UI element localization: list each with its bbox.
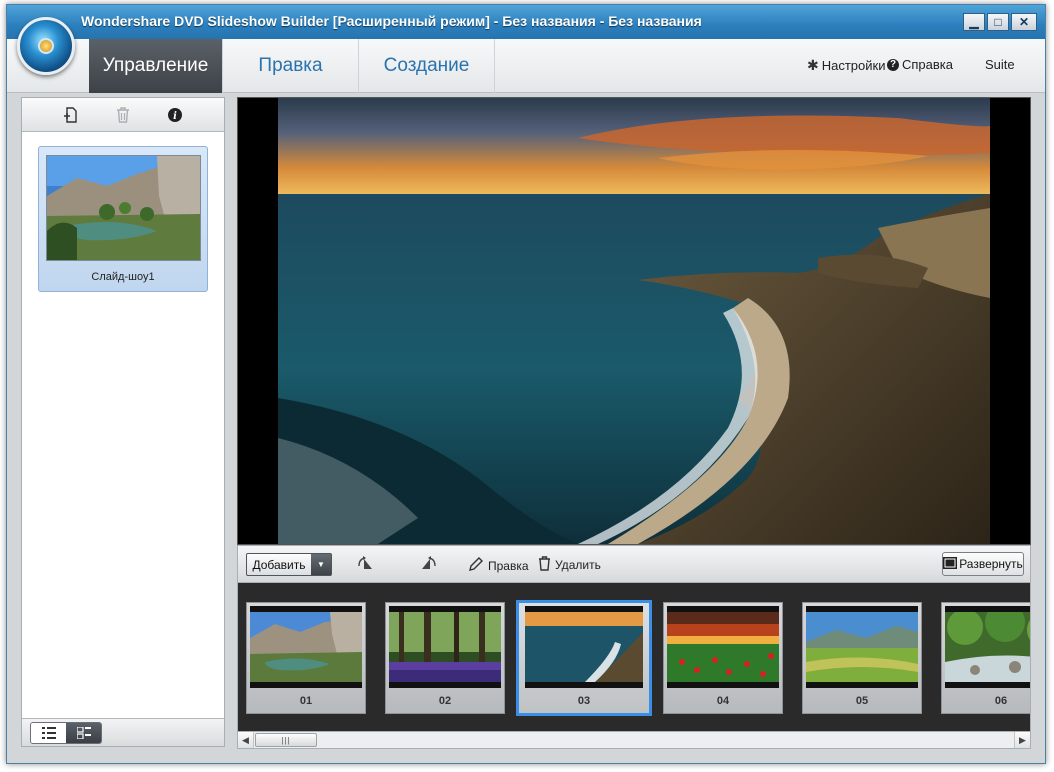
tab-edit[interactable]: Правка [223, 39, 359, 93]
slideshow-thumbnail [46, 155, 201, 261]
info-icon[interactable]: i [167, 107, 183, 123]
slide-image [945, 606, 1030, 688]
rotate-left-icon[interactable] [356, 556, 376, 573]
tab-manage[interactable]: Управление [89, 39, 223, 93]
help-menu[interactable]: ? Справка [887, 57, 953, 72]
window-title: Wondershare DVD Slideshow Builder [Расши… [81, 13, 702, 29]
view-mode-bar [22, 718, 224, 746]
add-file-icon[interactable] [63, 106, 79, 123]
trash-icon[interactable] [115, 106, 131, 123]
add-button[interactable]: Добавить ▼ [246, 553, 332, 576]
delete-slide-button[interactable]: Удалить [538, 556, 601, 574]
slide-thumbnail[interactable]: 05 [802, 602, 922, 714]
tab-create[interactable]: Создание [359, 39, 495, 93]
chevron-down-icon[interactable]: ▼ [311, 554, 331, 575]
edit-slide-button[interactable]: Правка [468, 556, 529, 575]
view-mode-toggle [30, 722, 102, 744]
close-button[interactable]: ✕ [1011, 13, 1037, 31]
list-view-icon[interactable] [31, 723, 66, 743]
slide-number: 01 [299, 695, 313, 707]
slideshow-label: Слайд-шоу1 [91, 271, 155, 283]
filmstrip-scrollbar[interactable]: ◀ ||| ▶ [237, 731, 1031, 749]
expand-icon [943, 556, 958, 572]
app-window: Wondershare DVD Slideshow Builder [Расши… [6, 4, 1046, 764]
preview-area [237, 97, 1031, 545]
slide-image [806, 606, 918, 688]
title-bar[interactable]: Wondershare DVD Slideshow Builder [Расши… [7, 5, 1045, 39]
add-button-label: Добавить [252, 557, 306, 572]
slideshow-toolbar: i [22, 98, 224, 132]
slide-edit-toolbar: Добавить ▼ Правка Удалить Развернуть [237, 545, 1031, 583]
slide-thumbnail[interactable]: 06 [941, 602, 1030, 714]
thumbnail-view-icon[interactable] [66, 723, 101, 743]
slide-image [525, 606, 643, 688]
rotate-right-icon[interactable] [418, 556, 438, 573]
slideshow-item[interactable]: Слайд-шоу1 [38, 146, 208, 292]
gear-icon: ✱ [807, 57, 819, 73]
slide-image [389, 606, 501, 688]
app-logo-icon[interactable] [17, 17, 75, 75]
slide-thumbnail[interactable]: 04 [663, 602, 783, 714]
expand-label: Развернуть [959, 557, 1023, 571]
slide-filmstrip: 01 02 03 04 05 06 [237, 583, 1031, 731]
help-label: Справка [902, 57, 953, 72]
main-menu-bar: Управление Правка Создание ✱ Настройки ?… [7, 17, 1045, 93]
slide-thumbnail[interactable]: 01 [246, 602, 366, 714]
slide-number: 06 [994, 695, 1008, 707]
delete-slide-label: Удалить [555, 558, 601, 572]
scrollbar-thumb[interactable]: ||| [255, 733, 317, 747]
slide-number: 04 [716, 695, 730, 707]
maximize-button[interactable]: □ [987, 13, 1009, 31]
slideshow-list-panel: i Слайд-шоу1 [21, 97, 225, 747]
slide-thumbnail[interactable]: 02 [385, 602, 505, 714]
slide-image [250, 606, 362, 688]
settings-label: Настройки [821, 58, 886, 73]
settings-menu[interactable]: ✱ Настройки [807, 57, 885, 74]
svg-text:i: i [173, 111, 177, 122]
trash-icon [538, 556, 551, 574]
slide-image [667, 606, 779, 688]
minimize-button[interactable]: ▁ [963, 13, 985, 31]
pencil-icon [468, 556, 484, 575]
slide-thumbnail-selected[interactable]: 03 [516, 600, 652, 716]
slide-number: 03 [577, 695, 591, 707]
suite-menu[interactable]: Suite [985, 57, 1015, 72]
help-icon: ? [887, 58, 899, 71]
edit-slide-label: Правка [488, 558, 529, 573]
slide-number: 05 [855, 695, 869, 707]
window-controls: ▁ □ ✕ [963, 13, 1037, 31]
slide-number: 02 [438, 695, 452, 707]
scroll-right-icon[interactable]: ▶ [1014, 732, 1030, 748]
scroll-left-icon[interactable]: ◀ [238, 732, 254, 748]
preview-image [278, 98, 990, 544]
expand-button[interactable]: Развернуть [942, 552, 1024, 576]
